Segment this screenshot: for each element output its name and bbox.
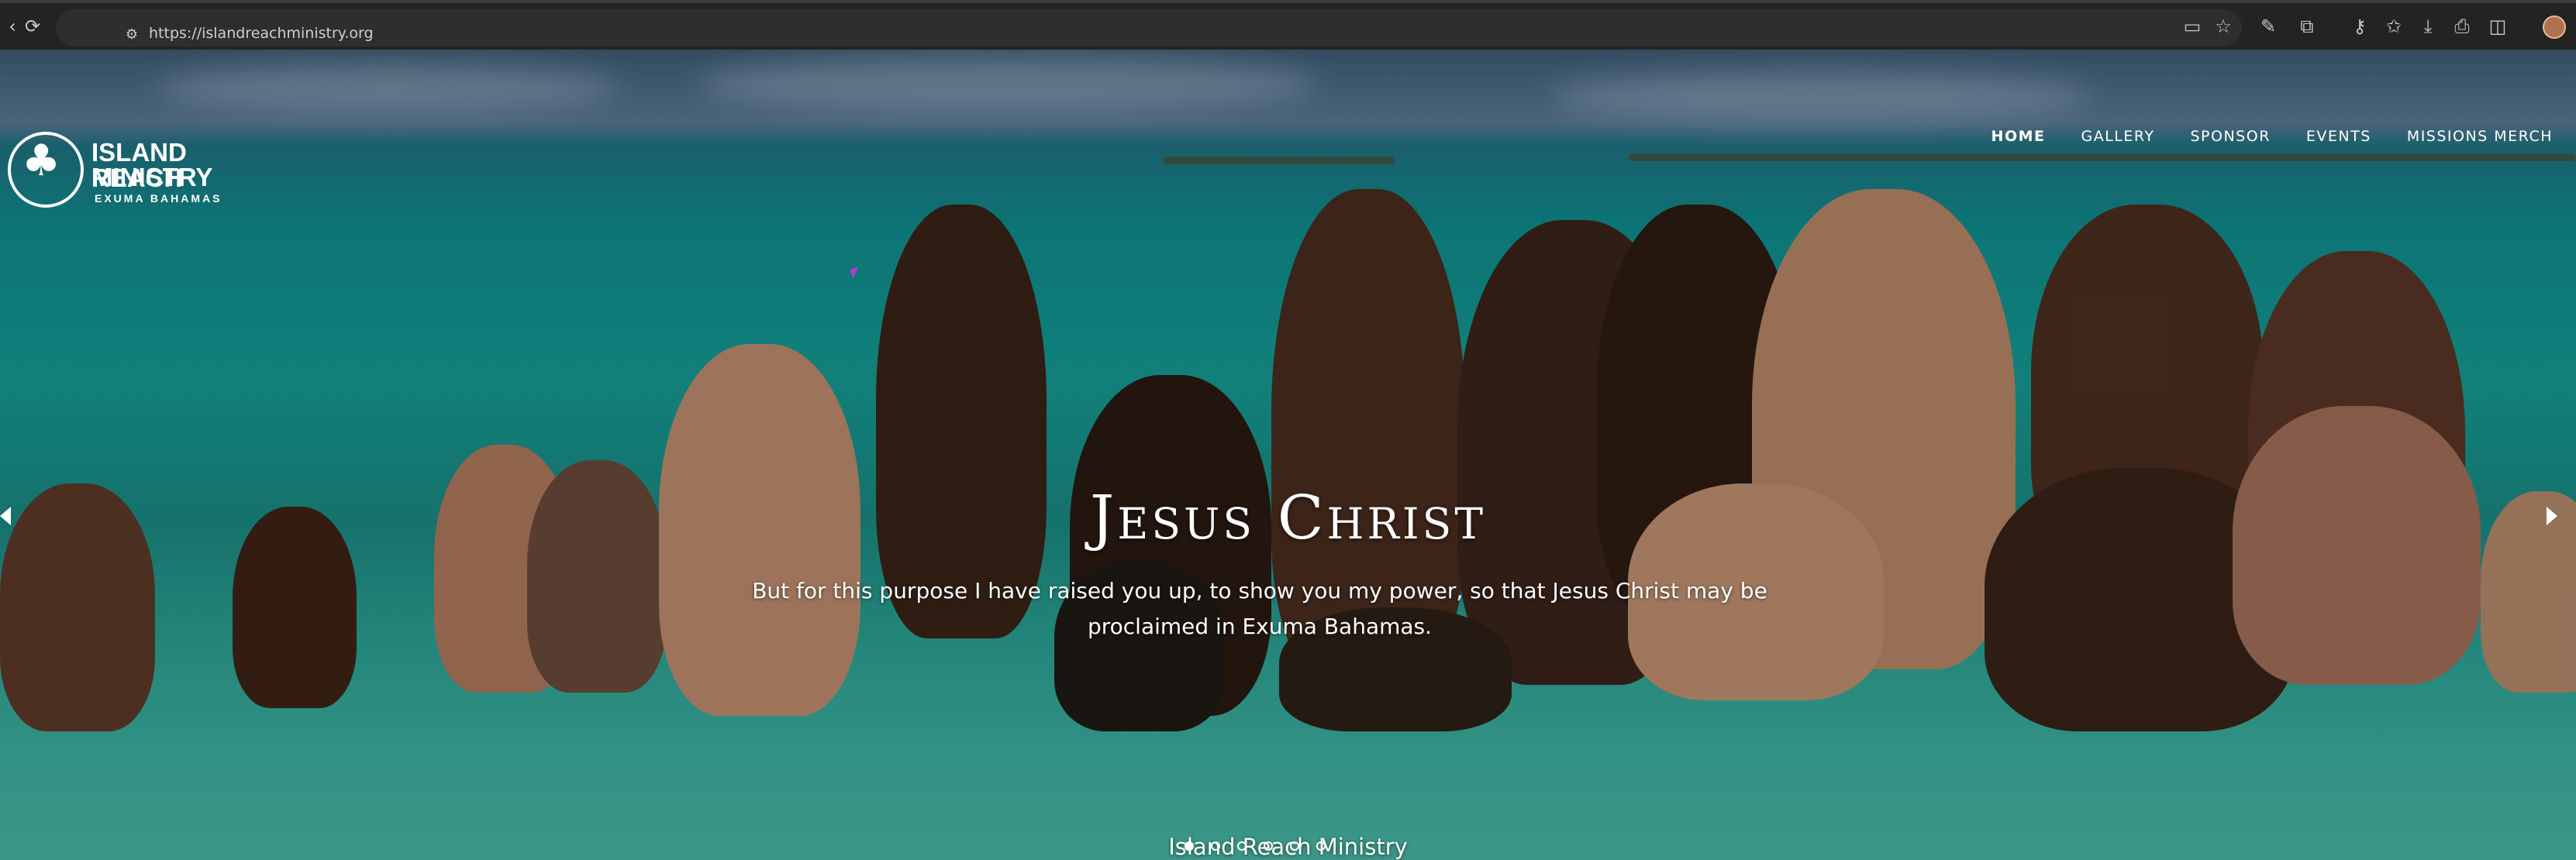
palm-tree-icon: ♣ <box>22 136 61 186</box>
logo-tagline: EXUMA BAHAMAS <box>95 192 222 205</box>
install-app-icon[interactable]: ▭ <box>2180 14 2205 39</box>
bookmark-star-icon[interactable]: ☆ <box>2211 14 2236 39</box>
address-bar[interactable]: ⚙ https://islandreachministry.org <box>56 9 2242 46</box>
previous-slide-icon[interactable] <box>0 507 11 525</box>
slide-title: Jesus Christ <box>1089 483 1487 553</box>
slider-dot[interactable] <box>1290 841 1299 851</box>
nav-events[interactable]: EVENTS <box>2306 128 2371 145</box>
main-nav: HOME GALLERY SPONSOR EVENTS MISSIONS MER… <box>1991 128 2553 145</box>
next-slide-icon[interactable] <box>2547 507 2557 525</box>
slider-dot[interactable] <box>1264 841 1273 851</box>
split-screen-icon[interactable]: ◫ <box>2485 14 2510 39</box>
nav-gallery[interactable]: GALLERY <box>2081 128 2155 145</box>
puzzle-icon[interactable]: ⧉ <box>2295 14 2319 39</box>
logo-title-line2: MINISTRY <box>91 163 213 191</box>
reload-icon[interactable]: ⟳ <box>20 14 45 39</box>
url-text[interactable]: https://islandreachministry.org <box>149 25 374 42</box>
profile-avatar[interactable] <box>2543 15 2566 39</box>
nav-home[interactable]: HOME <box>1991 128 2046 145</box>
site-info-icon[interactable]: ⚙ <box>121 23 143 45</box>
image-overlay <box>0 50 2576 860</box>
slider-dot[interactable] <box>1211 841 1220 851</box>
nav-sponsor[interactable]: SPONSOR <box>2191 128 2271 145</box>
slider-dot[interactable] <box>1185 841 1194 851</box>
slide-description: But for this purpose I have raised you u… <box>752 578 1767 639</box>
print-icon[interactable]: ⎙ <box>2450 14 2474 39</box>
site-logo[interactable]: ♣ ISLAND REACH MINISTRY EXUMA BAHAMAS <box>8 132 264 217</box>
favorites-icon[interactable]: ✩ <box>2381 14 2406 39</box>
slider-dot[interactable] <box>1316 841 1326 851</box>
browser-toolbar: ‹ ⟳ ⚙ https://islandreachministry.org ▭ … <box>0 0 2576 50</box>
slider-pagination <box>1185 841 1326 851</box>
download-icon[interactable]: ⤓ <box>2416 14 2440 39</box>
nav-missions-merch[interactable]: MISSIONS MERCH <box>2407 128 2553 145</box>
password-key-icon[interactable]: ⚷ <box>2347 14 2372 39</box>
slider-dot[interactable] <box>1237 841 1247 851</box>
hero-slider: ♣ ISLAND REACH MINISTRY EXUMA BAHAMAS HO… <box>0 50 2576 860</box>
extension-icon[interactable]: ✎ <box>2256 14 2281 39</box>
